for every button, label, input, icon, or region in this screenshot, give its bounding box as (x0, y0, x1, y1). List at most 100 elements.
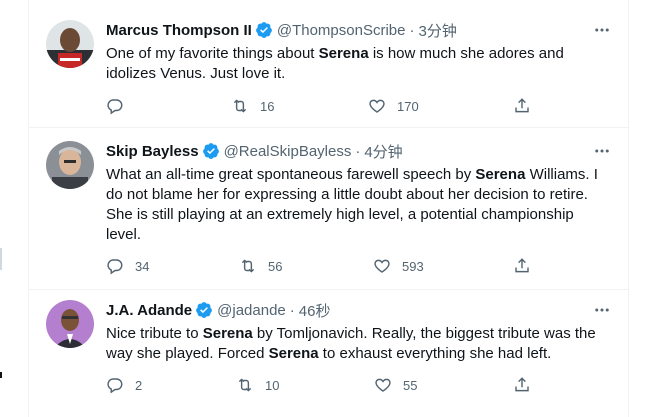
reply-count: 34 (135, 258, 150, 274)
like-button[interactable]: 55 (374, 375, 417, 395)
highlighted-term: Serena (268, 345, 319, 362)
text-run: What an all-time great spontaneous farew… (106, 166, 476, 183)
tweet-text: Nice tribute to Serena by Tomljonavich. … (106, 324, 612, 364)
retweet-count: 16 (260, 98, 275, 114)
text-run: is how much she adores and (368, 45, 564, 62)
retweet-count: 10 (265, 377, 280, 393)
left-edge-mark (0, 372, 2, 378)
like-button[interactable]: 170 (368, 96, 419, 116)
tweet-header: Marcus Thompson II @ThompsonScribe · 3分钟 (106, 20, 612, 40)
text-run: by Tomljonavich. Really, the biggest tri… (252, 325, 596, 342)
avatar[interactable] (46, 141, 94, 189)
text-run: to exhaust everything she had left. (318, 345, 552, 362)
reply-button[interactable]: 2 (106, 375, 142, 395)
reply-count: 2 (135, 377, 143, 393)
tweet-text-line: way she played. Forced Serena to exhaust… (106, 344, 612, 364)
tweet[interactable]: Skip Bayless @RealSkipBayless · 4分钟 What… (29, 128, 628, 290)
more-icon (595, 308, 609, 312)
highlighted-term: Serena (202, 325, 253, 342)
text-run: She is still playing at an extremely hig… (106, 206, 574, 223)
avatar-image (46, 141, 94, 189)
avatar-image (46, 20, 94, 68)
like-icon (369, 99, 385, 113)
more-button[interactable] (592, 300, 612, 320)
share-button[interactable] (513, 375, 531, 395)
retweet-button[interactable]: 56 (239, 256, 282, 276)
share-icon (515, 258, 529, 273)
tweet-content: J.A. Adande @jadande · 46秒 Nice tribute … (106, 300, 612, 364)
like-icon (375, 378, 391, 392)
tweet-text-line: idolizes Venus. Just love it. (106, 64, 612, 84)
highlighted-term: Serena (475, 166, 526, 183)
tweet-actions: 2 10 55 (106, 375, 534, 395)
like-count: 170 (397, 98, 419, 114)
author-handle[interactable]: @ThompsonScribe (277, 22, 406, 39)
reply-icon (107, 259, 123, 275)
retweet-button[interactable]: 16 (231, 96, 274, 116)
tweet-header: J.A. Adande @jadande · 46秒 (106, 300, 612, 320)
tweet-text-line: One of my favorite things about Serena i… (106, 44, 612, 64)
author-handle[interactable]: @jadande (217, 302, 286, 319)
share-icon (515, 98, 529, 113)
retweet-icon (233, 99, 247, 113)
verified-badge-icon (196, 302, 213, 318)
text-run: idolizes Venus. Just love it. (106, 65, 286, 82)
tweet-text-line: Nice tribute to Serena by Tomljonavich. … (106, 324, 612, 344)
tweet-text-line: do not blame her for expressing a little… (106, 185, 612, 205)
tweet-text-line: level. (106, 225, 612, 245)
like-icon (374, 259, 390, 273)
tweet-timestamp[interactable]: 3分钟 (418, 20, 456, 41)
tweet-text: One of my favorite things about Serena i… (106, 44, 612, 84)
separator-dot: · (409, 21, 415, 39)
tweet-actions: 34 56 593 (106, 256, 534, 276)
author-name[interactable]: Marcus Thompson II (106, 22, 252, 39)
more-button[interactable] (592, 141, 612, 161)
reply-icon (107, 378, 123, 394)
tweet-text-line: What an all-time great spontaneous farew… (106, 165, 612, 185)
more-icon (595, 28, 609, 32)
left-edge-mark (0, 248, 2, 270)
left-gutter (0, 0, 14, 417)
retweet-icon (238, 378, 252, 392)
timeline-feed: Marcus Thompson II @ThompsonScribe · 3分钟… (28, 0, 629, 417)
text-run: level. (106, 226, 142, 243)
share-button[interactable] (513, 96, 531, 116)
text-run: Nice tribute to (106, 325, 203, 342)
avatar[interactable] (46, 20, 94, 68)
verified-badge-icon (202, 143, 219, 159)
like-count: 593 (402, 258, 424, 274)
tweet[interactable]: Marcus Thompson II @ThompsonScribe · 3分钟… (29, 0, 628, 128)
text-run: way she played. Forced (106, 345, 269, 362)
avatar[interactable] (46, 300, 94, 348)
author-name[interactable]: J.A. Adande (106, 302, 192, 319)
highlighted-term: Serena (318, 45, 369, 62)
share-button[interactable] (513, 256, 531, 276)
tweet[interactable]: J.A. Adande @jadande · 46秒 Nice tribute … (29, 290, 628, 417)
separator-dot: · (355, 142, 361, 160)
avatar-image (46, 300, 94, 348)
tweet-timestamp[interactable]: 46秒 (299, 300, 331, 321)
tweet-content: Skip Bayless @RealSkipBayless · 4分钟 What… (106, 141, 612, 245)
retweet-button[interactable]: 10 (236, 375, 279, 395)
reply-button[interactable]: 34 (106, 256, 149, 276)
share-icon (515, 377, 529, 392)
tweet-actions: 16 170 (106, 96, 534, 116)
retweet-icon (241, 259, 255, 273)
more-icon (595, 149, 609, 153)
reply-button[interactable] (106, 96, 135, 116)
tweet-timestamp[interactable]: 4分钟 (364, 141, 402, 162)
tweet-header: Skip Bayless @RealSkipBayless · 4分钟 (106, 141, 612, 161)
author-handle[interactable]: @RealSkipBayless (224, 143, 352, 160)
text-run: Williams. I (525, 166, 598, 183)
like-button[interactable]: 593 (373, 256, 424, 276)
tweet-text: What an all-time great spontaneous farew… (106, 165, 612, 245)
tweet-content: Marcus Thompson II @ThompsonScribe · 3分钟… (106, 20, 612, 84)
tweet-text-line: She is still playing at an extremely hig… (106, 205, 612, 225)
author-name[interactable]: Skip Bayless (106, 143, 199, 160)
text-run: One of my favorite things about (106, 45, 319, 62)
retweet-count: 56 (268, 258, 283, 274)
more-button[interactable] (592, 20, 612, 40)
text-run: do not blame her for expressing a little… (106, 186, 588, 203)
reply-icon (107, 99, 123, 115)
verified-badge-icon (255, 22, 272, 38)
